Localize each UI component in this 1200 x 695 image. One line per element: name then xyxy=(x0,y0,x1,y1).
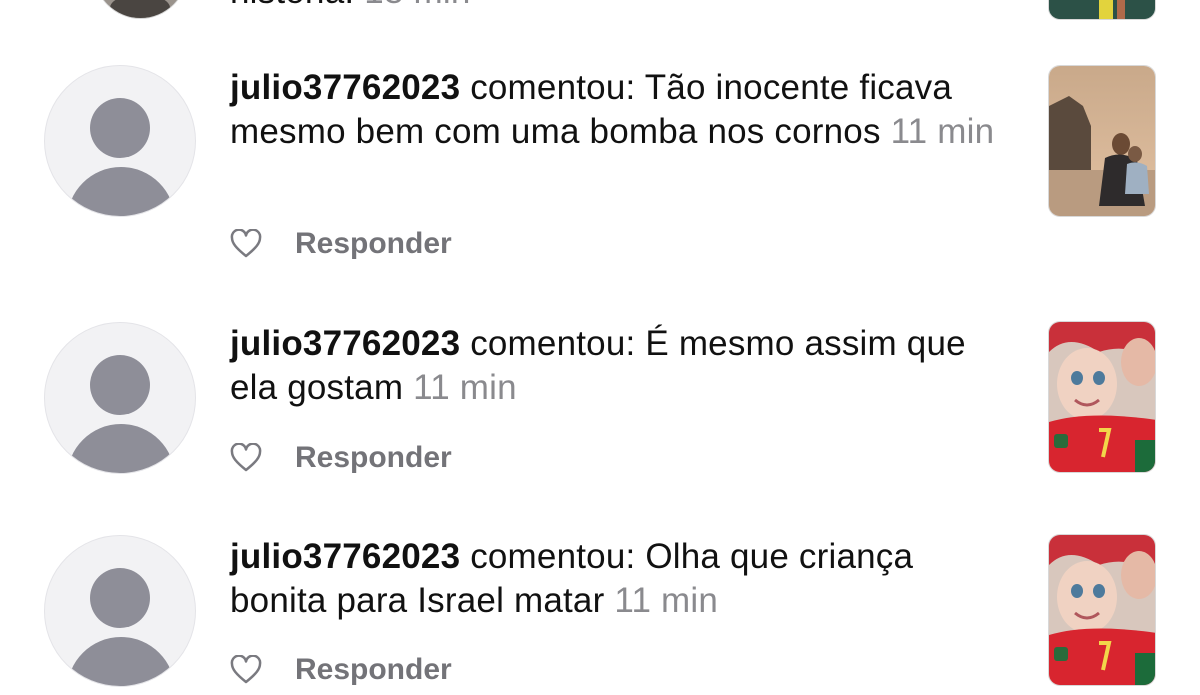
notification-time: 11 min xyxy=(890,111,995,151)
default-user-avatar-icon[interactable] xyxy=(44,322,196,474)
notification-text: julio37762023 comentou: Olha que criança… xyxy=(230,535,1010,622)
reply-button[interactable]: Responder xyxy=(295,227,452,261)
heart-outline-icon[interactable] xyxy=(230,654,262,685)
post-thumbnail[interactable] xyxy=(1048,321,1156,473)
notification-text-partial: história. 18 min xyxy=(230,0,1010,14)
heart-outline-icon[interactable] xyxy=(230,228,262,259)
heart-outline-icon[interactable] xyxy=(230,442,262,473)
notification-text: julio37762023 comentou: É mesmo assim qu… xyxy=(230,322,1010,409)
post-thumbnail[interactable] xyxy=(1048,534,1156,686)
reply-button[interactable]: Responder xyxy=(295,441,452,475)
post-thumbnail-partial[interactable] xyxy=(1048,0,1156,20)
default-user-avatar-icon[interactable] xyxy=(44,65,196,217)
notification-time: 11 min xyxy=(413,367,517,407)
notification-time: 18 min xyxy=(364,0,470,11)
notification-text-fragment: história. xyxy=(230,0,354,11)
avatar-photo[interactable] xyxy=(93,0,188,19)
notification-time: 11 min xyxy=(614,580,719,620)
post-thumbnail[interactable] xyxy=(1048,65,1156,217)
username-link[interactable]: julio37762023 xyxy=(230,68,460,107)
username-link[interactable]: julio37762023 xyxy=(230,537,460,576)
reply-button[interactable]: Responder xyxy=(295,653,452,687)
notification-text: julio37762023 comentou: Tão inocente fic… xyxy=(230,66,1010,153)
username-link[interactable]: julio37762023 xyxy=(230,324,460,363)
default-user-avatar-icon[interactable] xyxy=(44,535,196,687)
